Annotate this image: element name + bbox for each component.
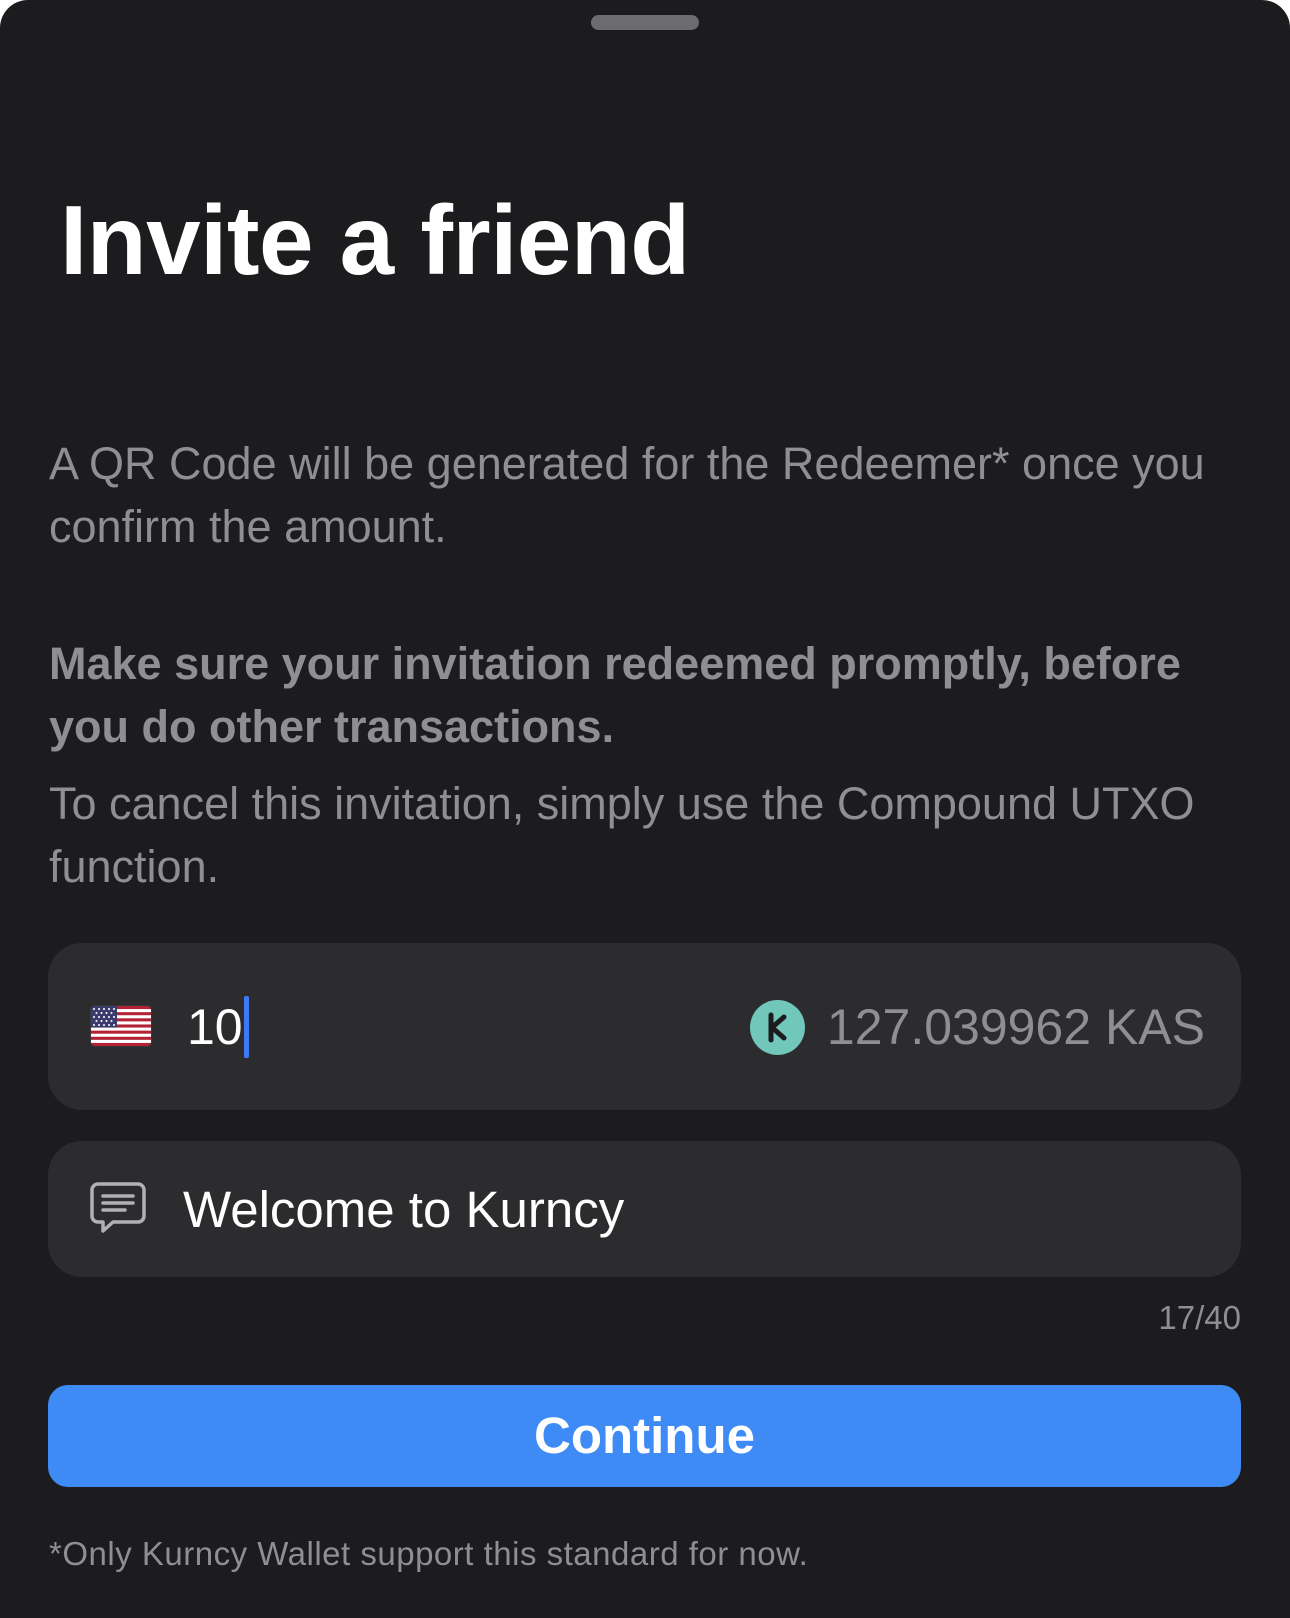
message-input[interactable]: Welcome to Kurncy <box>183 1178 624 1242</box>
kaspa-icon <box>750 1000 805 1055</box>
character-counter: 17/40 <box>1158 1299 1241 1336</box>
us-flag-icon[interactable] <box>91 1006 151 1046</box>
cancel-info-text: To cancel this invitation, simply use th… <box>49 778 1195 892</box>
converted-kas-amount[interactable]: 127.039962 KAS <box>827 995 1205 1059</box>
continue-button[interactable]: Continue <box>48 1385 1241 1487</box>
amount-value: 10 <box>187 999 243 1055</box>
page-title: Invite a friend <box>60 185 690 295</box>
text-caret <box>243 996 249 1058</box>
redeem-warning-text: Make sure your invitation redeemed promp… <box>49 638 1181 752</box>
amount-input[interactable]: 10 <box>187 995 487 1059</box>
sheet-grabber-handle[interactable] <box>591 15 699 30</box>
invite-sheet: Invite a friend A QR Code will be genera… <box>0 0 1290 1618</box>
qr-info-text: A QR Code will be generated for the Rede… <box>49 438 1205 552</box>
chat-bubble-icon <box>89 1180 147 1236</box>
footnote-text: *Only Kurncy Wallet support this standar… <box>49 1535 809 1572</box>
